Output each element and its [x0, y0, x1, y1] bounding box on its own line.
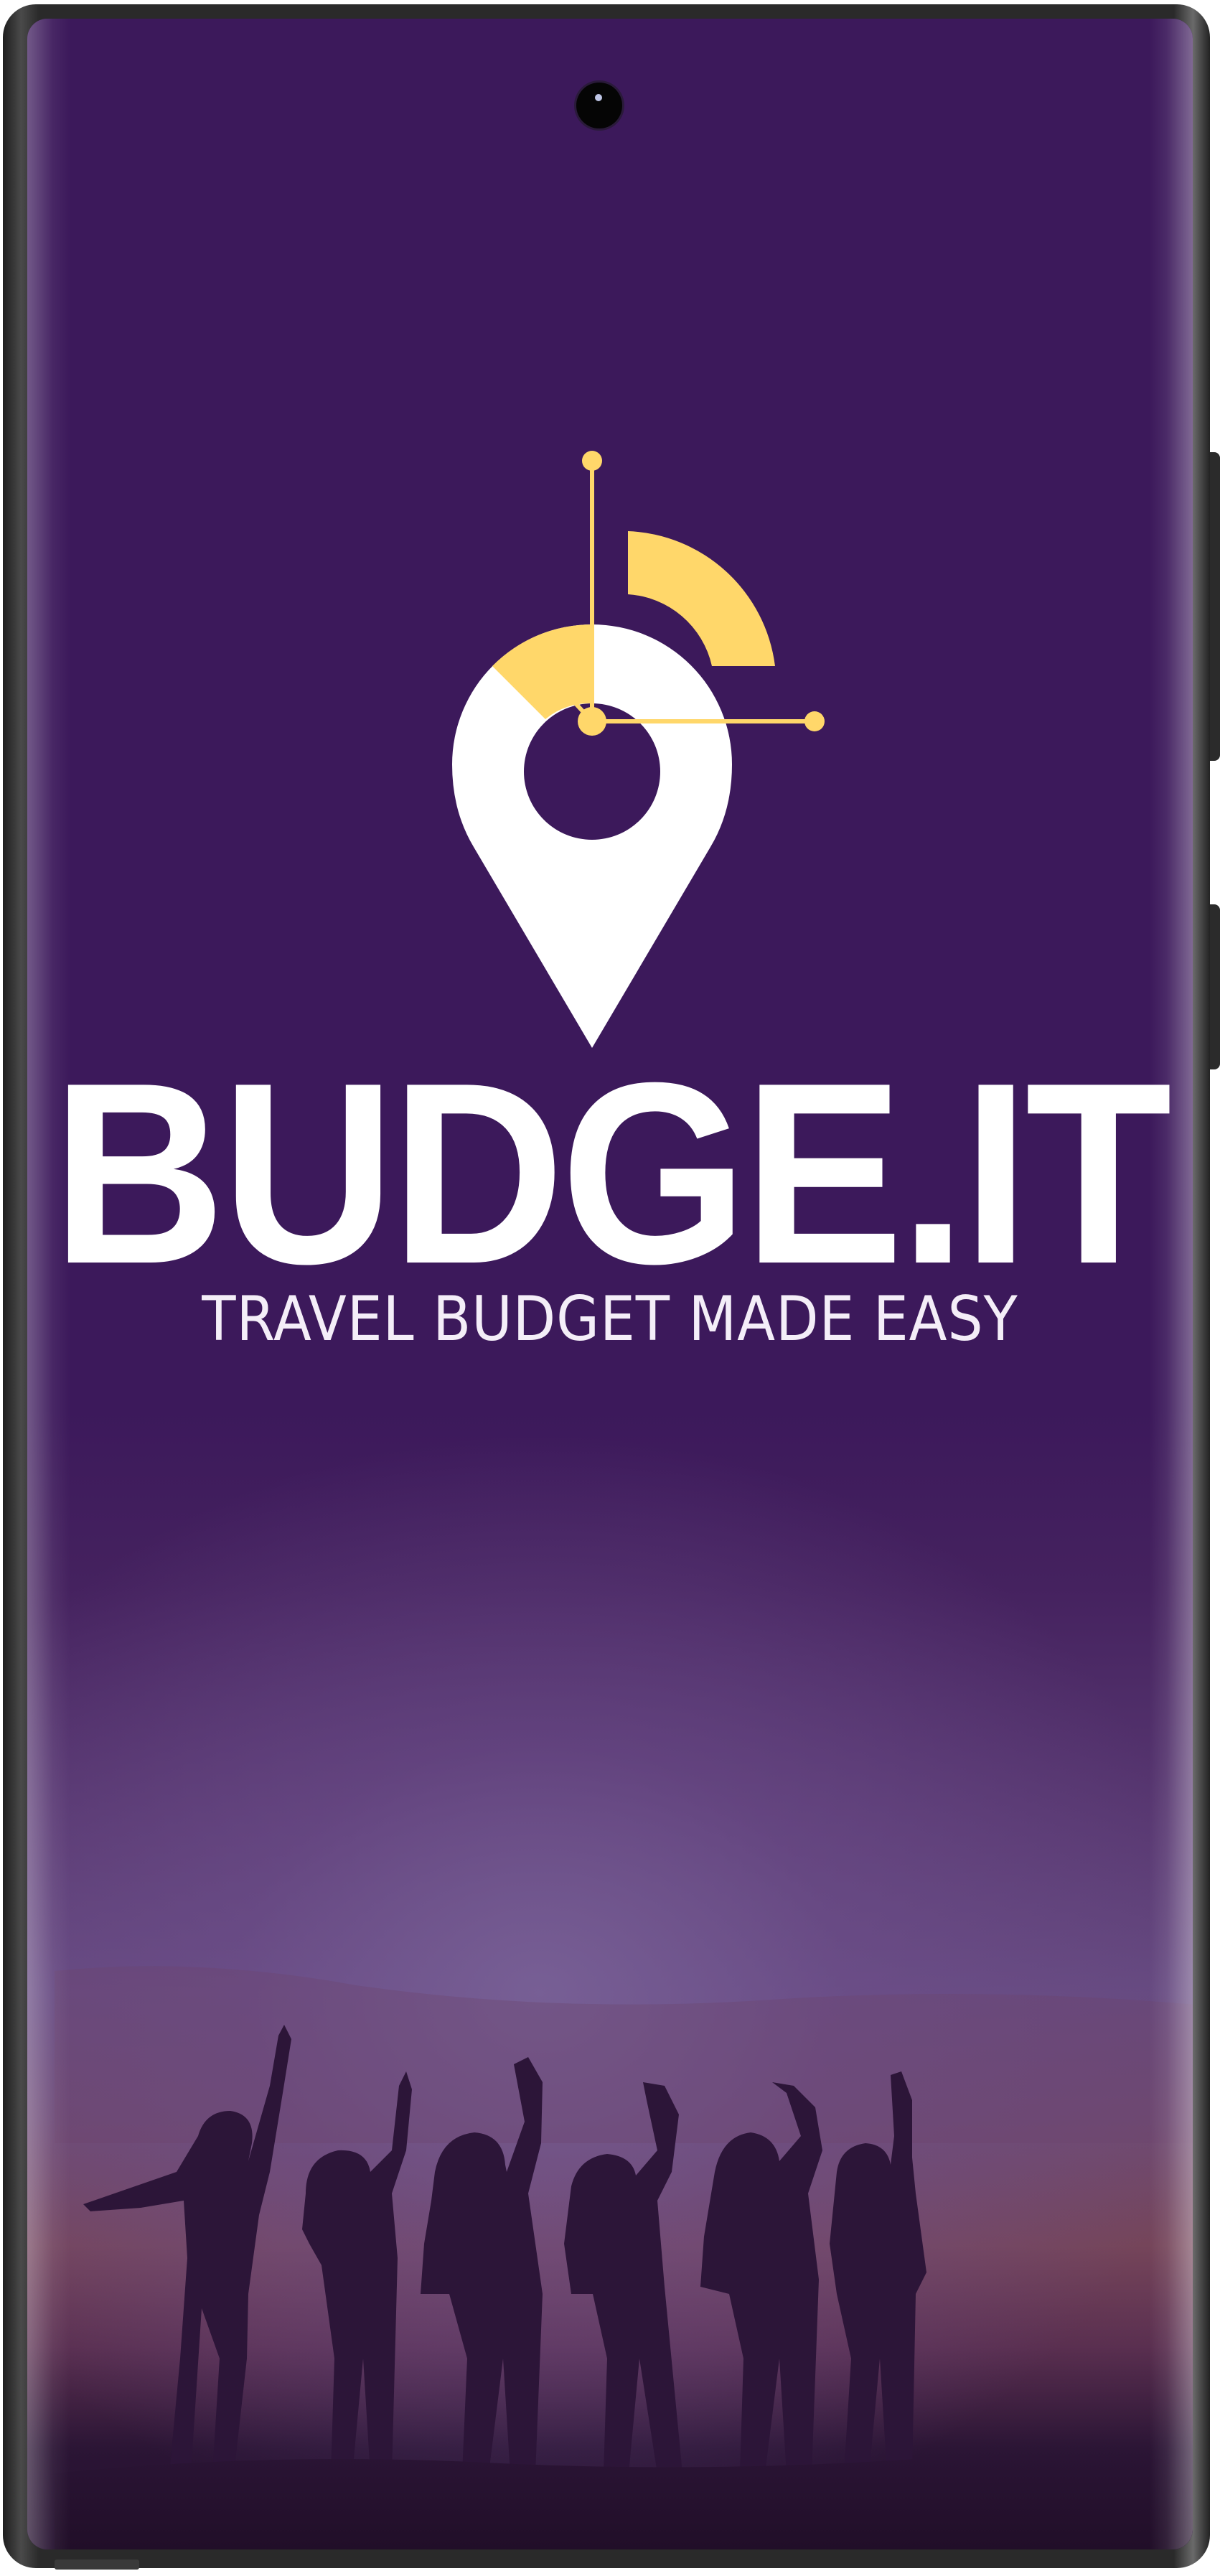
power-button — [1210, 452, 1220, 761]
app-name: BUDGE.IT — [52, 1029, 1173, 1318]
front-camera-icon — [576, 83, 622, 128]
people-silhouette-image — [55, 1966, 1193, 2549]
app-tagline: TRAVEL BUDGET MADE EASY — [202, 1283, 1018, 1355]
phone-mockup: BUDGE.IT TRAVEL BUDGET MADE EASY — [0, 0, 1220, 2576]
volume-button — [1210, 904, 1220, 1069]
frame-bottom-edge — [55, 2559, 139, 2570]
map-pin-chart-icon — [452, 451, 825, 1048]
